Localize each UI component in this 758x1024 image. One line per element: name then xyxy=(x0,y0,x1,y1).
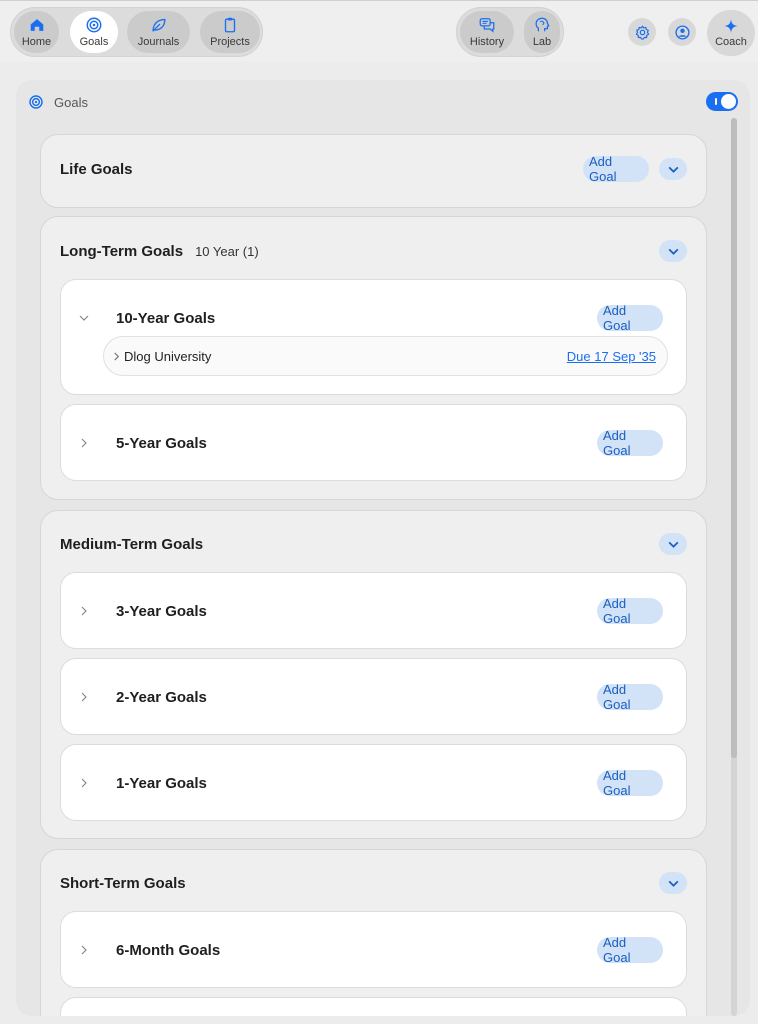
nav-history-label: History xyxy=(469,36,505,48)
top-navigation-bar: Home Goals Journals Projects History Lab… xyxy=(0,0,758,62)
nav-home-button[interactable]: Home xyxy=(14,11,59,53)
add-goal-button[interactable]: Add Goal xyxy=(583,154,649,184)
target-icon xyxy=(86,17,102,33)
sparkle-icon xyxy=(724,19,738,33)
collapse-section-button[interactable] xyxy=(659,872,687,894)
add-goal-button[interactable]: Add Goal xyxy=(597,768,663,798)
goal-card-6-month[interactable]: 6-Month Goals Add Goal xyxy=(60,911,687,988)
card-title: 5-Year Goals xyxy=(116,435,207,452)
section-title: Short-Term Goals xyxy=(60,875,186,892)
nav-history-button[interactable]: History xyxy=(460,11,514,53)
nav-journals-button[interactable]: Journals xyxy=(127,11,190,53)
panel-title: Goals xyxy=(54,94,88,110)
chevron-right-icon[interactable] xyxy=(79,778,89,788)
section-medium-term-goals: Medium-Term Goals 3-Year Goals Add Goal … xyxy=(40,510,707,839)
coach-label: Coach xyxy=(715,36,747,48)
head-icon xyxy=(535,17,550,32)
coach-button[interactable]: Coach xyxy=(707,10,755,56)
goal-item[interactable]: Dlog University Due 17 Sep '35 xyxy=(103,336,668,376)
settings-button[interactable] xyxy=(628,18,656,46)
chevron-down-icon[interactable] xyxy=(79,313,89,323)
add-goal-button[interactable]: Add Goal xyxy=(597,682,663,712)
goal-card-5-year[interactable]: 5-Year Goals Add Goal xyxy=(60,404,687,481)
section-title: Life Goals xyxy=(60,161,133,178)
card-title: 6-Month Goals xyxy=(116,942,221,959)
panel-toggle[interactable] xyxy=(706,92,738,111)
toggle-knob xyxy=(721,94,736,109)
card-title: 10-Year Goals xyxy=(116,310,216,327)
secondary-nav-group: History Lab xyxy=(456,7,564,57)
profile-button[interactable] xyxy=(668,18,696,46)
nav-goals-button[interactable]: Goals xyxy=(70,11,118,53)
chevron-right-icon[interactable] xyxy=(112,352,121,361)
gear-icon xyxy=(635,25,649,40)
chevron-right-icon[interactable] xyxy=(79,692,89,702)
card-title: 3-Year Goals xyxy=(116,603,207,620)
chevron-down-icon xyxy=(668,880,678,887)
target-icon xyxy=(29,95,43,109)
section-life-goals: Life Goals Add Goal xyxy=(40,134,707,208)
collapse-section-button[interactable] xyxy=(659,158,687,180)
chevron-right-icon[interactable] xyxy=(79,438,89,448)
goal-card-3-year[interactable]: 3-Year Goals Add Goal xyxy=(60,572,687,649)
nav-lab-label: Lab xyxy=(532,36,552,48)
main-nav-group: Home Goals Journals Projects xyxy=(10,7,263,57)
section-long-term-goals: Long-Term Goals 10 Year (1) 10-Year Goals… xyxy=(40,216,707,500)
nav-projects-button[interactable]: Projects xyxy=(200,11,260,53)
chevron-down-icon xyxy=(668,166,678,173)
goal-card-10-year[interactable]: 10-Year Goals Add Goal Dlog University D… xyxy=(60,279,687,395)
toggle-on-indicator xyxy=(715,98,717,105)
user-circle-icon xyxy=(674,24,690,40)
panel-header: Goals xyxy=(28,93,88,111)
nav-projects-label: Projects xyxy=(210,36,250,48)
nav-journals-label: Journals xyxy=(137,36,180,48)
section-short-term-goals: Short-Term Goals 6-Month Goals Add Goal xyxy=(40,849,707,1016)
section-title: Long-Term Goals 10 Year (1) xyxy=(60,243,259,260)
scrollbar-thumb[interactable] xyxy=(731,118,737,758)
clipboard-icon xyxy=(224,17,236,33)
section-subtitle: 10 Year (1) xyxy=(195,244,259,259)
goal-card-partial[interactable] xyxy=(60,997,687,1016)
section-title-text: Long-Term Goals xyxy=(60,243,184,260)
nav-home-label: Home xyxy=(21,36,52,48)
add-goal-button[interactable]: Add Goal xyxy=(597,303,663,333)
add-goal-button[interactable]: Add Goal xyxy=(597,428,663,458)
card-title: 2-Year Goals xyxy=(116,689,207,706)
goals-panel: Goals Life Goals Add Goal Long-Term Goal… xyxy=(16,80,750,1016)
goal-name: Dlog University xyxy=(124,349,212,364)
chevron-down-icon xyxy=(668,541,678,548)
goal-due-date-link[interactable]: Due 17 Sep '35 xyxy=(567,349,656,364)
section-title: Medium-Term Goals xyxy=(60,536,204,553)
add-goal-button[interactable]: Add Goal xyxy=(597,596,663,626)
nav-lab-button[interactable]: Lab xyxy=(524,11,560,53)
nav-goals-label: Goals xyxy=(79,36,109,48)
chevron-right-icon[interactable] xyxy=(79,945,89,955)
chevron-right-icon[interactable] xyxy=(79,606,89,616)
chevron-down-icon xyxy=(668,248,678,255)
collapse-section-button[interactable] xyxy=(659,240,687,262)
add-goal-button[interactable]: Add Goal xyxy=(597,935,663,965)
home-icon xyxy=(30,19,43,31)
leaf-icon xyxy=(151,18,166,32)
card-title: 1-Year Goals xyxy=(116,775,207,792)
goal-card-2-year[interactable]: 2-Year Goals Add Goal xyxy=(60,658,687,735)
collapse-section-button[interactable] xyxy=(659,533,687,555)
scrollbar[interactable] xyxy=(731,118,737,1016)
chat-bubbles-icon xyxy=(479,18,495,33)
goal-card-1-year[interactable]: 1-Year Goals Add Goal xyxy=(60,744,687,821)
